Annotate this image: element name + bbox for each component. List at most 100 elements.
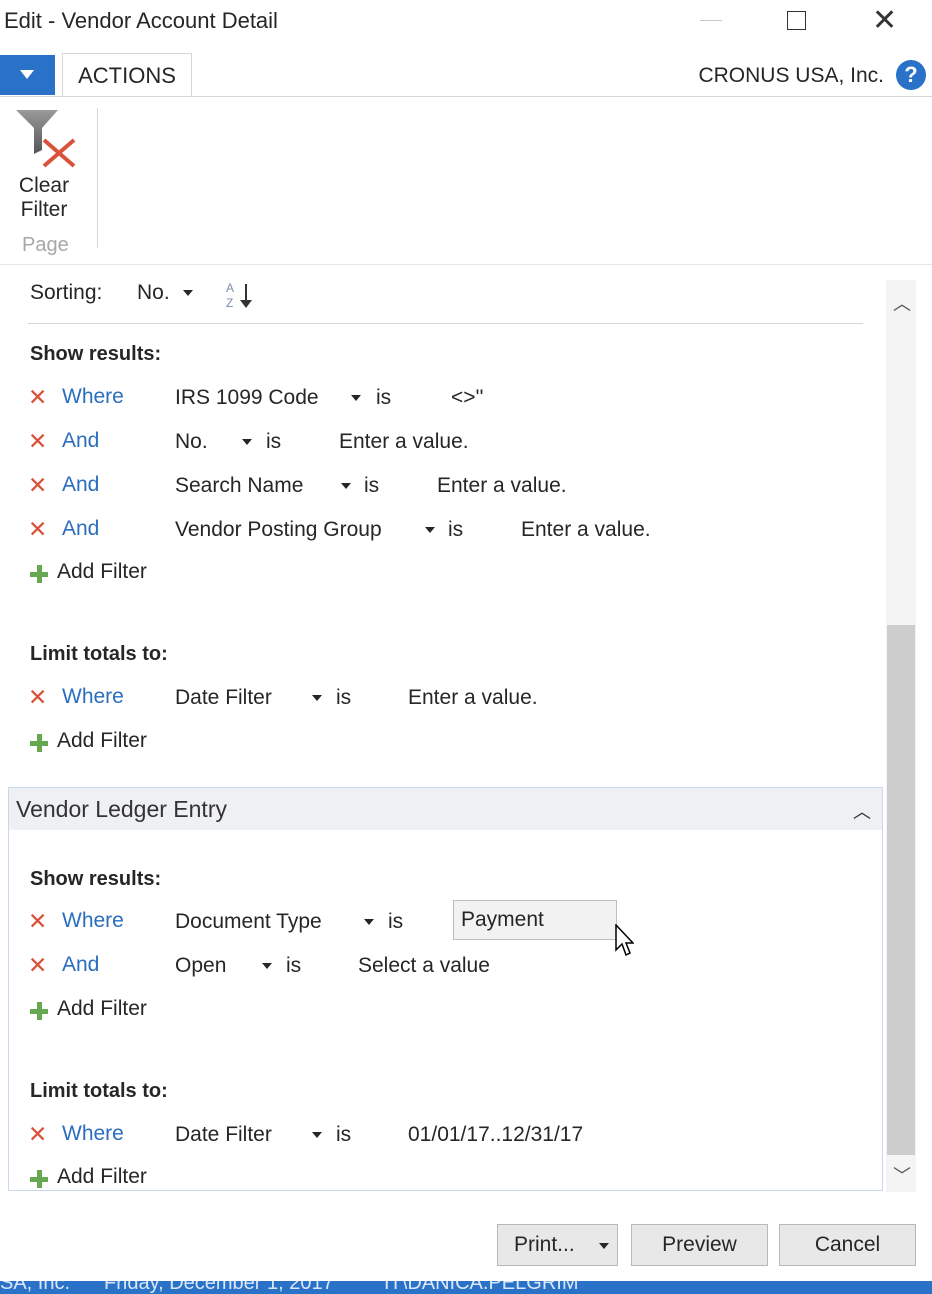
- scrollbar-thumb[interactable]: [887, 625, 915, 1155]
- vendor-limit-totals-heading: Limit totals to:: [30, 643, 168, 665]
- preview-button[interactable]: Preview: [631, 1224, 768, 1266]
- close-button[interactable]: ✕: [872, 6, 897, 36]
- field-dropdown-icon[interactable]: [425, 527, 435, 533]
- field-dropdown-icon[interactable]: [312, 1132, 322, 1138]
- vendor-show-results-heading: Show results:: [30, 343, 162, 365]
- remove-filter-icon[interactable]: ✕: [28, 429, 47, 453]
- filter-operator: is: [364, 474, 380, 497]
- ribbon-collapse-button[interactable]: [0, 55, 55, 95]
- filter-keyword: Where: [62, 685, 124, 708]
- field-dropdown-icon[interactable]: [242, 439, 252, 445]
- status-company: SA, Inc.: [0, 1281, 71, 1294]
- sorting-label: Sorting:: [30, 281, 103, 304]
- sorting-value: No.: [137, 281, 170, 304]
- maximize-button[interactable]: [787, 11, 806, 30]
- remove-filter-icon[interactable]: ✕: [28, 685, 47, 709]
- filter-operator: is: [266, 430, 282, 453]
- remove-filter-icon[interactable]: ✕: [28, 517, 47, 541]
- filter-field[interactable]: Date Filter: [175, 686, 272, 710]
- filter-operator: is: [286, 954, 302, 977]
- chevron-down-icon: [20, 70, 34, 79]
- filter-field[interactable]: Vendor Posting Group: [175, 518, 382, 542]
- ribbon-bottom-divider: [0, 264, 932, 265]
- sorting-divider: [28, 323, 863, 324]
- filter-keyword: And: [62, 473, 100, 496]
- filter-field[interactable]: Open: [175, 954, 226, 978]
- minimize-button[interactable]: [700, 20, 722, 21]
- add-filter-button[interactable]: Add Filter: [57, 729, 147, 753]
- remove-filter-icon[interactable]: ✕: [28, 473, 47, 497]
- sorting-select[interactable]: No.: [137, 281, 170, 305]
- filter-value[interactable]: Select a value: [358, 954, 490, 978]
- filter-value[interactable]: Enter a value.: [408, 686, 538, 710]
- collapse-section-icon[interactable]: ︿: [853, 798, 871, 824]
- filter-keyword: Where: [62, 385, 124, 408]
- print-button[interactable]: Print...: [497, 1224, 618, 1266]
- filter-field[interactable]: IRS 1099 Code: [175, 386, 319, 410]
- company-name: CRONUS USA, Inc.: [698, 64, 884, 87]
- remove-filter-icon[interactable]: ✕: [28, 953, 47, 977]
- svg-text:A: A: [226, 281, 234, 295]
- add-filter-button[interactable]: Add Filter: [57, 997, 147, 1021]
- section-title: Vendor Ledger Entry: [16, 796, 227, 822]
- filter-value[interactable]: 01/01/17..12/31/17: [408, 1123, 583, 1147]
- ribbon-group-label: Page: [22, 234, 69, 256]
- filter-value[interactable]: Enter a value.: [437, 474, 567, 498]
- filter-keyword: And: [62, 517, 100, 540]
- filter-label: Filter: [20, 198, 68, 221]
- filter-operator: is: [376, 386, 392, 409]
- clear-filter-icon: [16, 110, 76, 168]
- field-dropdown-icon[interactable]: [262, 963, 272, 969]
- status-user: IT\DANICA.PELGRIM: [384, 1281, 579, 1294]
- ribbon-group-separator: [97, 108, 98, 248]
- tab-actions[interactable]: ACTIONS: [62, 53, 192, 97]
- add-filter-button[interactable]: Add Filter: [57, 1165, 147, 1189]
- add-filter-icon[interactable]: [30, 734, 48, 752]
- add-filter-icon[interactable]: [30, 565, 48, 583]
- field-dropdown-icon[interactable]: [351, 395, 361, 401]
- scroll-up-icon[interactable]: ︿: [893, 290, 911, 316]
- filter-field[interactable]: No.: [175, 430, 208, 454]
- filter-field[interactable]: Search Name: [175, 474, 303, 498]
- filter-operator: is: [388, 910, 404, 933]
- print-label: Print...: [514, 1233, 575, 1256]
- filter-keyword: And: [62, 429, 100, 452]
- remove-filter-icon[interactable]: ✕: [28, 1122, 47, 1146]
- cancel-button[interactable]: Cancel: [779, 1224, 916, 1266]
- filter-operator: is: [336, 686, 352, 709]
- ledger-show-results-heading: Show results:: [30, 868, 162, 890]
- filter-keyword: Where: [62, 1122, 124, 1145]
- status-bar: SA, Inc. Friday, December 1, 2017 IT\DAN…: [0, 1281, 932, 1294]
- remove-filter-icon[interactable]: ✕: [28, 385, 47, 409]
- filter-operator: is: [448, 518, 464, 541]
- filter-value[interactable]: <>'': [451, 386, 484, 410]
- filter-field[interactable]: Date Filter: [175, 1123, 272, 1147]
- scroll-down-icon[interactable]: ﹀: [893, 1162, 911, 1188]
- window-title: Edit - Vendor Account Detail: [4, 8, 278, 33]
- field-dropdown-icon[interactable]: [364, 919, 374, 925]
- clear-filter-button[interactable]: Clear Filter: [12, 108, 82, 228]
- filter-keyword: Where: [62, 909, 124, 932]
- clear-label: Clear: [18, 174, 70, 197]
- add-filter-icon[interactable]: [30, 1170, 48, 1188]
- field-dropdown-icon[interactable]: [341, 483, 351, 489]
- filter-operator: is: [336, 1123, 352, 1146]
- help-icon[interactable]: ?: [896, 60, 926, 90]
- field-dropdown-icon[interactable]: [312, 695, 322, 701]
- status-date: Friday, December 1, 2017: [104, 1281, 334, 1294]
- sorting-dropdown-icon[interactable]: [183, 290, 193, 296]
- ribbon-divider: [0, 96, 932, 97]
- ledger-limit-totals-heading: Limit totals to:: [30, 1080, 168, 1102]
- print-dropdown-icon[interactable]: [599, 1243, 609, 1249]
- filter-keyword: And: [62, 953, 100, 976]
- filter-value[interactable]: Enter a value.: [339, 430, 469, 454]
- mouse-cursor-icon: [615, 924, 634, 957]
- filter-value[interactable]: Enter a value.: [521, 518, 651, 542]
- filter-value-input[interactable]: Payment: [453, 900, 617, 940]
- filter-field[interactable]: Document Type: [175, 910, 322, 934]
- svg-text:Z: Z: [226, 296, 233, 310]
- add-filter-icon[interactable]: [30, 1002, 48, 1020]
- sort-order-icon[interactable]: A Z: [224, 280, 258, 310]
- add-filter-button[interactable]: Add Filter: [57, 560, 147, 584]
- remove-filter-icon[interactable]: ✕: [28, 909, 47, 933]
